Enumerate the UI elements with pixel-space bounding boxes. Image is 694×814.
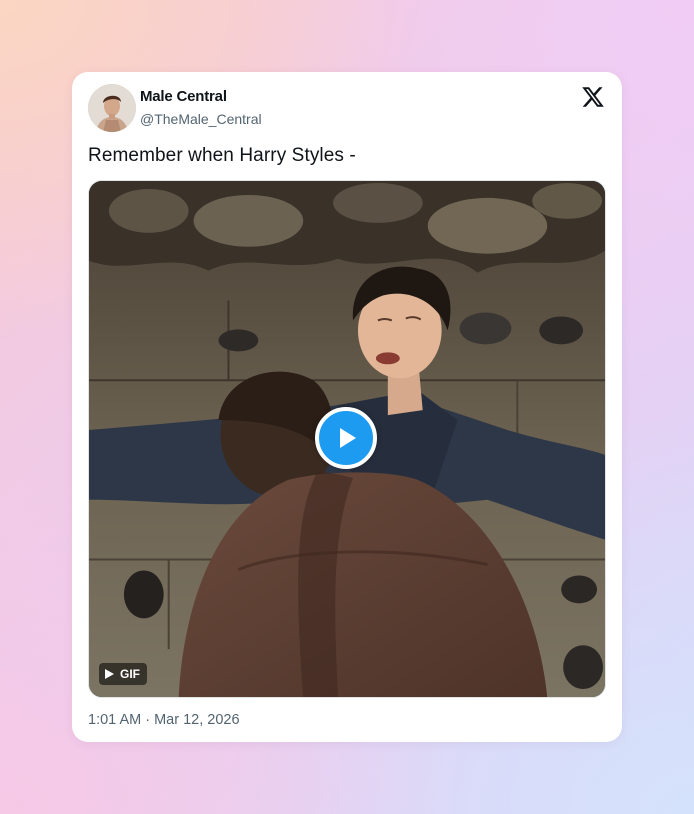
tweet-text: Remember when Harry Styles -: [88, 145, 356, 166]
avatar[interactable]: [88, 84, 136, 132]
play-icon: [340, 428, 356, 448]
tweet-timestamp[interactable]: 1:01 AM · Mar 12, 2026: [88, 712, 240, 728]
play-button[interactable]: [315, 407, 377, 469]
user-handle[interactable]: @TheMale_Central: [140, 111, 262, 127]
tweet-card: Male Central @TheMale_Central Remember w…: [72, 72, 622, 742]
gif-badge[interactable]: GIF: [99, 663, 147, 685]
display-name[interactable]: Male Central: [140, 88, 227, 105]
avatar-image: [88, 84, 136, 132]
gif-badge-label: GIF: [120, 667, 140, 681]
play-small-icon: [105, 669, 114, 679]
tweet-media[interactable]: GIF: [88, 180, 606, 698]
x-logo-icon[interactable]: [581, 85, 605, 109]
